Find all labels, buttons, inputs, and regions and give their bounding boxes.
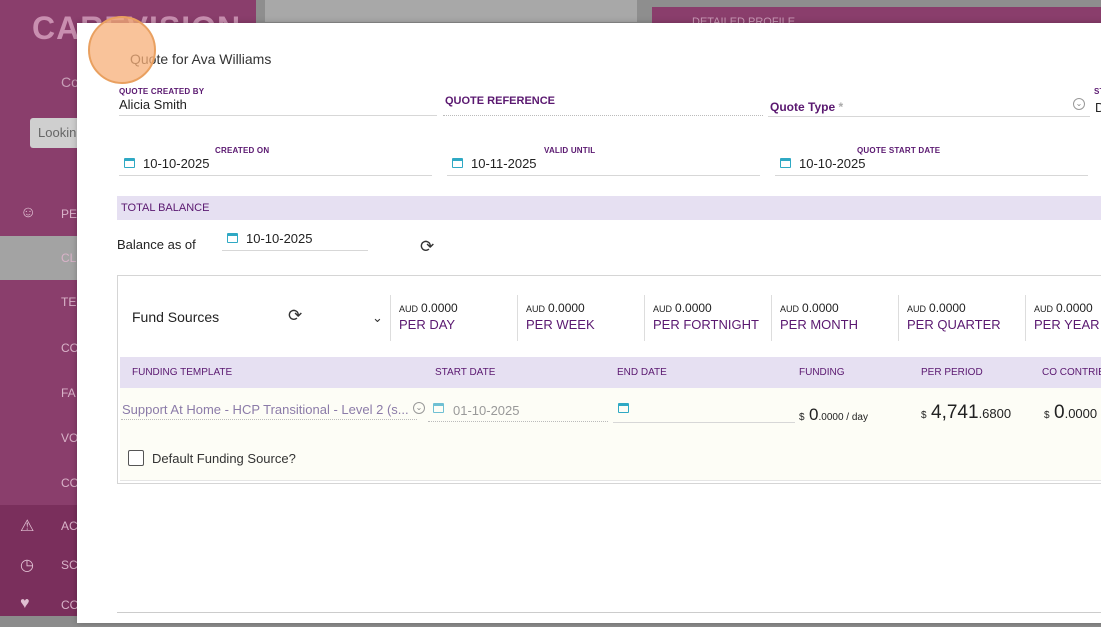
metric-per-week: AUD 0.0000 PER WEEK [517, 295, 644, 341]
start-date-field[interactable]: 01-10-2025 [428, 399, 608, 422]
column-funding-template: FUNDING TEMPLATE [132, 367, 233, 378]
default-funding-source-checkbox[interactable] [128, 450, 144, 466]
quote-start-date-label: QUOTE START DATE [857, 146, 941, 155]
people-icon: ☺ [20, 204, 37, 221]
valid-until-field[interactable]: 10-11-2025 [447, 155, 760, 176]
metric-per-fortnight: AUD 0.0000 PER FORTNIGHT [644, 295, 771, 341]
quote-reference-input[interactable] [443, 96, 763, 116]
column-co-contribution: CO CONTRIB [1042, 367, 1101, 378]
funding-template-select[interactable]: Support At Home - HCP Transitional - Lev… [121, 399, 417, 420]
heart-icon: ♥ [20, 595, 30, 612]
refresh-icon[interactable]: ⟳ [420, 238, 434, 255]
metric-per-month: AUD 0.0000 PER MONTH [771, 295, 898, 341]
fund-sources-title: Fund Sources [132, 309, 220, 325]
panel-divider [120, 480, 1101, 481]
calendar-icon[interactable] [433, 403, 444, 413]
click-indicator [88, 16, 156, 84]
quote-created-by-label: QUOTE CREATED BY [119, 87, 205, 96]
column-start-date: START DATE [435, 367, 496, 378]
calendar-icon[interactable] [780, 158, 791, 168]
metric-per-quarter: AUD 0.0000 PER QUARTER [898, 295, 1025, 341]
clock-icon: ◷ [20, 557, 34, 574]
calendar-icon[interactable] [618, 403, 629, 413]
calendar-icon[interactable] [452, 158, 463, 168]
status-label: ST [1094, 87, 1101, 96]
metric-per-day: AUD 0.0000 PER DAY [390, 295, 517, 341]
chevron-down-icon[interactable]: ⌄ [413, 402, 425, 414]
created-on-label: CREATED ON [215, 146, 270, 155]
per-period-value: $ 4,741.6800 [921, 402, 1012, 423]
background-topbar [265, 0, 637, 22]
balance-as-of-label: Balance as of [117, 237, 196, 252]
calendar-icon[interactable] [227, 233, 238, 243]
quote-type-select[interactable] [768, 96, 1090, 117]
metric-per-year: AUD 0.0000 PER YEAR [1025, 295, 1101, 341]
total-balance-header: TOTAL BALANCE [117, 196, 1101, 220]
refresh-icon[interactable]: ⟳ [288, 307, 302, 324]
chevron-down-icon[interactable]: ⌄ [1073, 98, 1085, 110]
column-per-period: PER PERIOD [921, 367, 983, 378]
default-funding-source-label: Default Funding Source? [152, 451, 296, 466]
created-on-field[interactable]: 10-10-2025 [119, 155, 432, 176]
quote-created-by-field[interactable]: Alicia Smith [119, 97, 437, 116]
modal-bottom-divider [117, 612, 1101, 613]
valid-until-label: VALID UNTIL [544, 146, 596, 155]
co-contribution-value: $ 0.0000 [1044, 402, 1098, 423]
status-value[interactable]: D [1095, 100, 1101, 115]
warning-icon: ⚠ [20, 518, 35, 535]
calendar-icon[interactable] [124, 158, 135, 168]
funding-value: $ 0.0000 / day [799, 405, 868, 424]
quote-start-date-field[interactable]: 10-10-2025 [775, 155, 1088, 176]
column-end-date: END DATE [617, 367, 667, 378]
balance-as-of-field[interactable]: 10-10-2025 [222, 230, 368, 251]
column-funding: FUNDING [799, 367, 845, 378]
chevron-down-icon[interactable]: ⌄ [372, 310, 383, 326]
end-date-field[interactable] [613, 399, 795, 423]
